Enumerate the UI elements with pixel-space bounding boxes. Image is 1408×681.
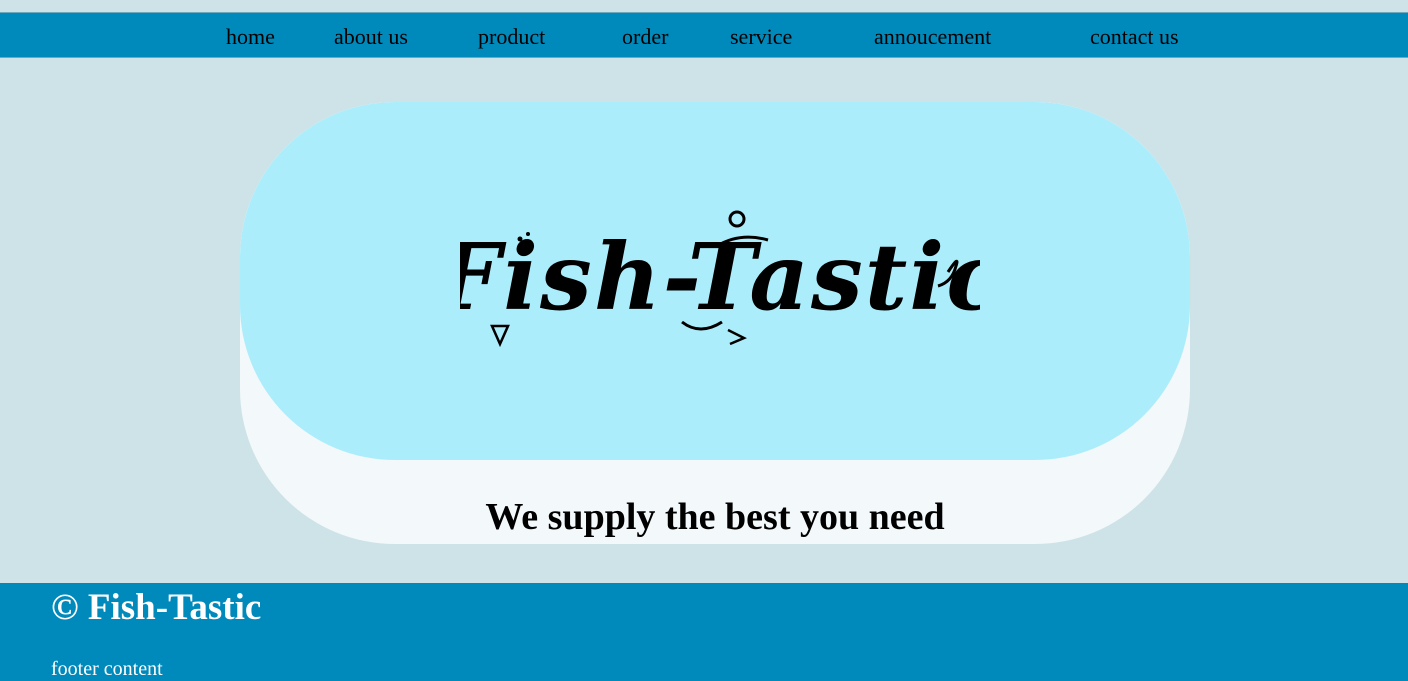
- footer-copyright: © Fish-Tastic: [51, 587, 262, 628]
- hero-tagline: We supply the best you need: [485, 496, 945, 538]
- nav-link-product[interactable]: product: [478, 26, 545, 48]
- fish-tastic-logo: Fish-Tastic: [460, 210, 980, 348]
- nav-link-annoucement[interactable]: annoucement: [874, 26, 991, 48]
- logo-text: Fish-Tastic: [460, 223, 980, 331]
- footer: © Fish-Tastic footer content: [0, 583, 1408, 681]
- fish-fin-icon: [727, 328, 747, 346]
- footer-content-text: footer content: [51, 658, 163, 680]
- hero-banner: Fish-Tastic: [240, 102, 1190, 460]
- nav-link-about-us[interactable]: about us: [334, 26, 408, 48]
- bubble-icon: [526, 232, 530, 236]
- nav-link-home[interactable]: home: [226, 26, 275, 48]
- top-nav-bar: home about us product order service anno…: [0, 12, 1408, 58]
- bubble-icon: [517, 236, 523, 242]
- nav-link-service[interactable]: service: [730, 26, 792, 48]
- nav-link-contact-us[interactable]: contact us: [1090, 26, 1179, 48]
- hero-card: Fish-Tastic We supply the best you need: [240, 102, 1190, 544]
- nav-link-order[interactable]: order: [622, 26, 668, 48]
